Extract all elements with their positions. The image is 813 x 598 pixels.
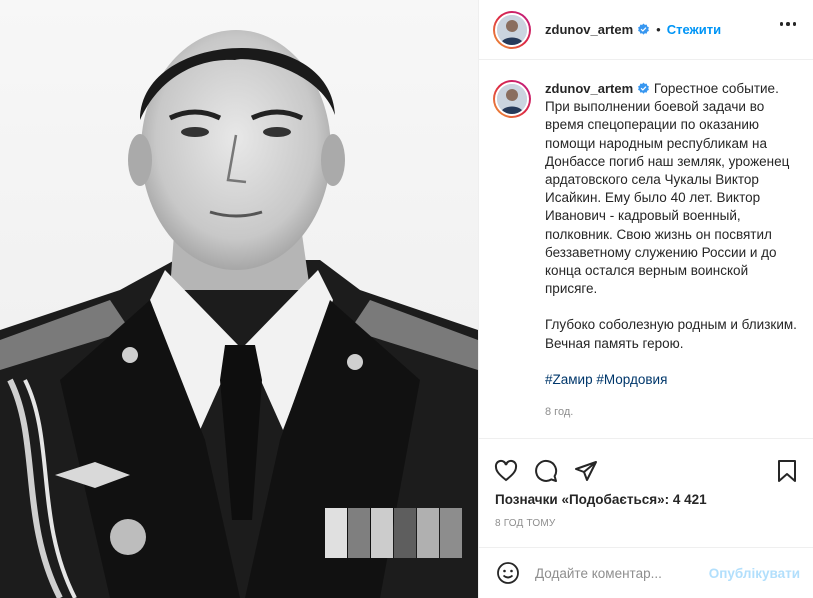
save-button[interactable] — [774, 458, 800, 484]
caption-condolence: Глубоко соболезную родным и близким. Веч… — [545, 317, 801, 351]
comment-icon — [535, 459, 558, 482]
caption-paragraph: При выполнении боевой задачи во время сп… — [545, 99, 794, 297]
bookmark-icon — [778, 459, 796, 482]
hashtag-list: #Zамир #Мордовия — [545, 371, 800, 389]
more-options-icon[interactable] — [779, 22, 796, 26]
action-bar — [479, 438, 813, 490]
caption-username[interactable]: zdunov_artem — [545, 81, 633, 96]
post-photo[interactable] — [0, 0, 478, 598]
publish-button[interactable]: Опублікувати — [709, 566, 800, 581]
username-link[interactable]: zdunov_artem — [545, 22, 633, 37]
heart-icon — [494, 459, 518, 481]
likes-count[interactable]: Позначки «Подобається»: 4 421 — [495, 492, 707, 507]
caption-section: zdunov_artem Горестное событие. При выпо… — [479, 60, 813, 438]
hashtag-link[interactable]: #Zамир — [545, 372, 593, 387]
caption-body: zdunov_artem Горестное событие. При выпо… — [545, 80, 800, 438]
comment-input[interactable] — [535, 565, 705, 581]
verified-badge-icon — [638, 82, 650, 94]
avatar-image — [497, 84, 527, 114]
comment-bar: Опублікувати — [479, 547, 813, 598]
share-icon — [575, 460, 597, 481]
emoji-icon — [497, 562, 519, 584]
caption-timestamp: 8 год. — [545, 406, 574, 419]
verified-badge-icon — [638, 23, 650, 35]
avatar[interactable] — [493, 10, 531, 49]
comment-button[interactable] — [533, 458, 559, 484]
post-timestamp: 8 ГОД ТОМУ — [495, 518, 556, 529]
like-button[interactable] — [493, 458, 519, 484]
share-button[interactable] — [573, 458, 599, 484]
post-details-panel: zdunov_artem • Стежити zdunov_artem Горе… — [478, 0, 813, 598]
caption-title: Горестное событие. — [653, 81, 779, 96]
portrait-photo — [0, 0, 478, 598]
follow-button[interactable]: Стежити — [667, 22, 721, 37]
instagram-post: zdunov_artem • Стежити zdunov_artem Горе… — [0, 0, 813, 598]
hashtag-link[interactable]: #Мордовия — [596, 372, 667, 387]
caption-avatar[interactable] — [493, 80, 531, 118]
emoji-button[interactable] — [495, 560, 521, 586]
separator-dot: • — [656, 22, 661, 37]
post-header: zdunov_artem • Стежити — [479, 0, 813, 60]
avatar-image — [497, 14, 527, 45]
